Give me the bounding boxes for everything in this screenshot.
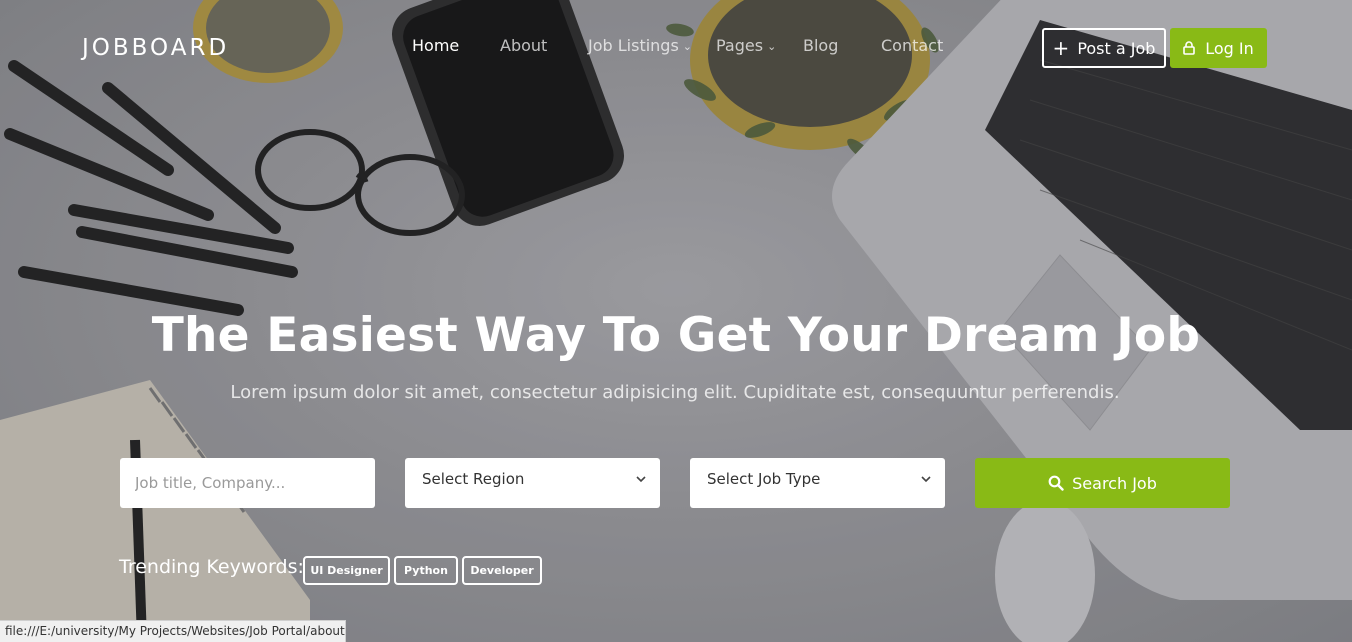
plus-icon: + bbox=[1052, 36, 1070, 60]
keyword-search-input[interactable] bbox=[120, 458, 375, 508]
nav-home[interactable]: Home bbox=[412, 36, 459, 55]
job-type-select-value: Select Job Type bbox=[707, 470, 821, 488]
chevron-down-icon: ⌄ bbox=[767, 40, 777, 53]
site-logo[interactable]: JOBBOARD bbox=[82, 35, 229, 61]
nav-contact[interactable]: Contact bbox=[881, 36, 943, 55]
nav-about[interactable]: About bbox=[500, 36, 547, 55]
nav-pages[interactable]: Pages ⌄ bbox=[716, 36, 776, 55]
chevron-down-icon: ⌄ bbox=[682, 40, 693, 53]
trending-keywords-label: Trending Keywords: bbox=[119, 556, 304, 578]
nav-pages-label: Pages bbox=[716, 36, 764, 55]
search-icon bbox=[1048, 475, 1064, 491]
nav-contact-label: Contact bbox=[881, 36, 944, 55]
region-select-value: Select Region bbox=[422, 470, 525, 488]
post-job-button[interactable]: + Post a Job bbox=[1042, 28, 1166, 68]
hero-subtitle: Lorem ipsum dolor sit amet, consectetur … bbox=[230, 382, 1120, 403]
chevron-down-icon bbox=[921, 476, 931, 483]
trending-tag-python[interactable]: Python bbox=[394, 556, 458, 585]
nav-job-listings[interactable]: Job Listings ⌄ bbox=[588, 36, 692, 55]
trending-tag-developer[interactable]: Developer bbox=[462, 556, 542, 585]
browser-status-bar: file:///E:/university/My Projects/Websit… bbox=[0, 620, 346, 642]
login-button[interactable]: Log In bbox=[1170, 28, 1267, 68]
nav-blog-label: Blog bbox=[803, 36, 839, 55]
nav-home-label: Home bbox=[412, 36, 460, 55]
nav-blog[interactable]: Blog bbox=[803, 36, 838, 55]
nav-about-label: About bbox=[500, 36, 548, 55]
hero-title: The Easiest Way To Get Your Dream Job bbox=[151, 308, 1201, 363]
search-job-button[interactable]: Search Job bbox=[975, 458, 1230, 508]
trending-tag-ui-designer[interactable]: UI Designer bbox=[303, 556, 390, 585]
region-select[interactable]: Select Region bbox=[405, 458, 660, 508]
chevron-down-icon bbox=[636, 476, 646, 483]
job-type-select[interactable]: Select Job Type bbox=[690, 458, 945, 508]
lock-icon bbox=[1183, 41, 1196, 55]
nav-job-listings-label: Job Listings bbox=[588, 36, 679, 55]
search-job-label: Search Job bbox=[1072, 473, 1157, 493]
login-label: Log In bbox=[1205, 38, 1254, 58]
post-job-label: Post a Job bbox=[1077, 38, 1156, 58]
